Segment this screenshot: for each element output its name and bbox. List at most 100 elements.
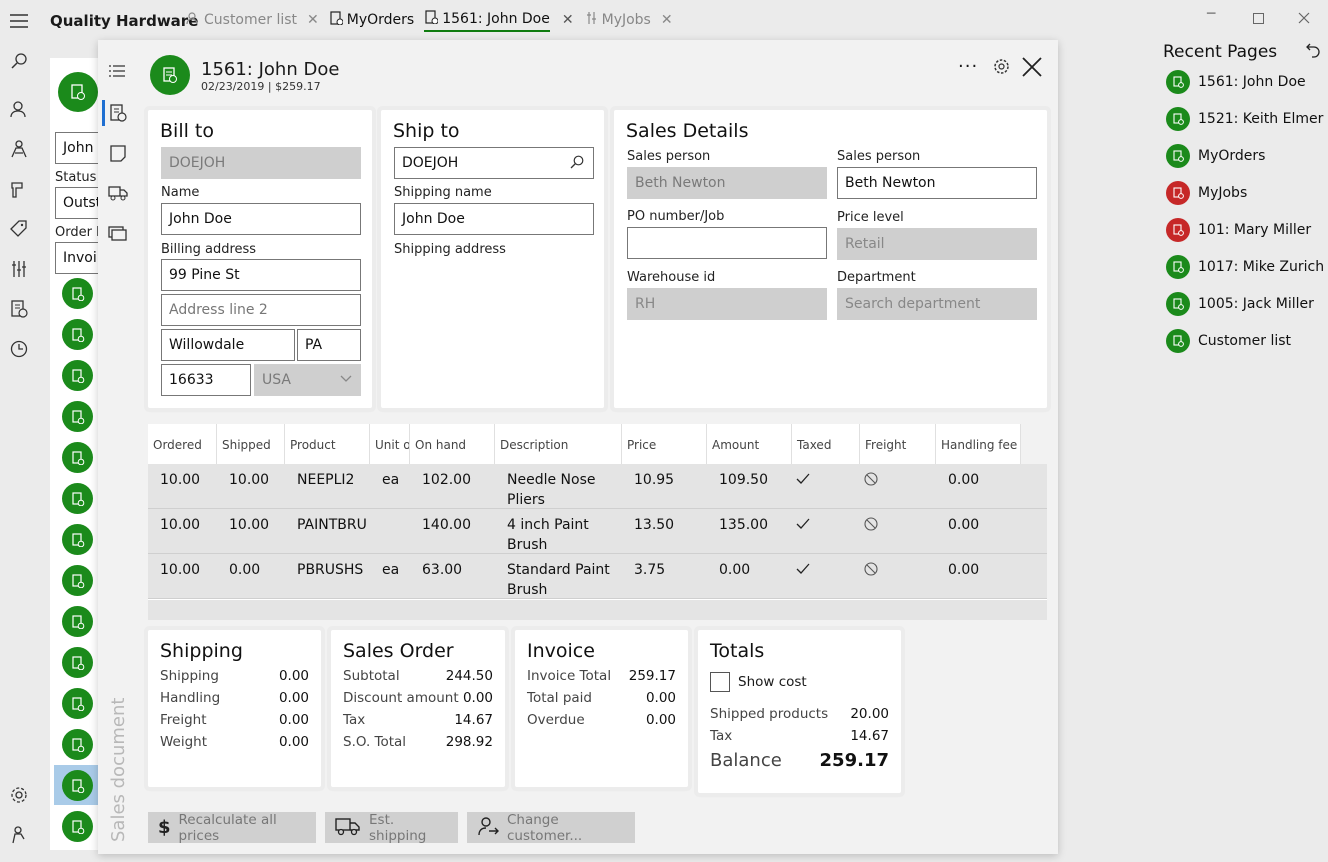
sales-document-icon[interactable] bbox=[109, 104, 127, 126]
checkmark-icon[interactable] bbox=[796, 563, 810, 579]
maximize-window-icon[interactable] bbox=[1253, 9, 1264, 28]
col-amount[interactable]: Amount bbox=[712, 438, 759, 452]
summary-value: 0.00 bbox=[278, 712, 309, 728]
order-list-item-icon[interactable] bbox=[62, 483, 93, 514]
recent-page-item[interactable]: MyJobs bbox=[1166, 181, 1247, 205]
zip-field[interactable]: 16633 bbox=[161, 364, 251, 396]
tab-myjobs[interactable]: MyJobs ✕ bbox=[586, 8, 673, 32]
est-shipping-button[interactable]: Est. shipping bbox=[325, 811, 458, 844]
recent-page-item[interactable]: 101: Mary Miller bbox=[1166, 218, 1311, 242]
order-list-item-icon[interactable] bbox=[62, 606, 93, 637]
sales-person-field[interactable]: Beth Newton bbox=[837, 167, 1037, 199]
col-price[interactable]: Price bbox=[627, 438, 656, 452]
state-field[interactable]: PA bbox=[297, 329, 361, 361]
order-list-item-icon[interactable] bbox=[62, 319, 93, 350]
jobs-icon[interactable] bbox=[8, 138, 30, 160]
table-row[interactable] bbox=[148, 464, 1047, 509]
list-view-icon[interactable] bbox=[108, 64, 126, 84]
recent-page-item[interactable]: 1017: Mike Zurich bbox=[1166, 255, 1324, 279]
recent-page-item[interactable]: MyOrders bbox=[1166, 144, 1265, 168]
change-customer-button[interactable]: Change customer... bbox=[467, 812, 635, 844]
sales-document-icon[interactable] bbox=[8, 298, 30, 320]
checkmark-icon[interactable] bbox=[796, 518, 810, 534]
close-icon[interactable]: ✕ bbox=[307, 12, 319, 28]
undo-icon[interactable] bbox=[1305, 42, 1321, 62]
show-cost-checkbox[interactable] bbox=[710, 672, 730, 692]
col-ordered[interactable]: Ordered bbox=[153, 438, 202, 452]
show-cost-toggle[interactable]: Show cost bbox=[710, 672, 889, 692]
department-search[interactable]: Search department bbox=[837, 288, 1037, 320]
address-line1-field[interactable]: 99 Pine St bbox=[161, 259, 361, 291]
est-shipping-label: Est. shipping bbox=[369, 811, 427, 844]
shipping-truck-icon[interactable] bbox=[108, 184, 128, 206]
tab-1561-john-doe[interactable]: 1561: John Doe bbox=[424, 8, 550, 32]
customer-search-input[interactable]: John bbox=[55, 132, 103, 164]
close-window-icon[interactable] bbox=[1298, 9, 1310, 28]
close-icon[interactable]: ✕ bbox=[562, 12, 574, 28]
col-on-hand[interactable]: On hand bbox=[415, 438, 466, 452]
search-icon[interactable] bbox=[8, 50, 30, 72]
tag-icon[interactable] bbox=[8, 218, 30, 240]
account-icon[interactable] bbox=[8, 824, 30, 846]
order-list-item-icon[interactable] bbox=[62, 770, 93, 801]
inventory-icon[interactable] bbox=[8, 258, 30, 280]
col-taxed[interactable]: Taxed bbox=[797, 438, 831, 452]
city-field[interactable]: Willowdale bbox=[161, 329, 295, 361]
tab-customer-list[interactable]: Customer list ✕ bbox=[186, 8, 319, 32]
order-list-item-icon[interactable] bbox=[62, 647, 93, 678]
sales-person-label: Sales person bbox=[627, 149, 711, 164]
status-select[interactable]: Outst bbox=[55, 187, 103, 219]
col-product[interactable]: Product bbox=[290, 438, 336, 452]
checkmark-icon[interactable] bbox=[796, 473, 810, 489]
not-applicable-icon[interactable] bbox=[864, 472, 878, 490]
order-list-item-icon[interactable] bbox=[62, 811, 93, 842]
hamburger-menu-icon[interactable] bbox=[8, 10, 30, 32]
name-field[interactable]: John Doe bbox=[161, 203, 361, 235]
tools-icon[interactable] bbox=[8, 178, 30, 200]
cell-product: PAINTBRU bbox=[297, 517, 367, 533]
recent-page-item[interactable]: Customer list bbox=[1166, 329, 1291, 353]
customers-icon[interactable] bbox=[8, 98, 30, 120]
order-list-item-icon[interactable] bbox=[62, 688, 93, 719]
tab-myorders[interactable]: MyOrders bbox=[329, 8, 414, 32]
table-row[interactable] bbox=[148, 509, 1047, 554]
gear-icon[interactable] bbox=[993, 58, 1010, 79]
ship-customer-search[interactable]: DOEJOH bbox=[394, 147, 594, 179]
col-handling-fee[interactable]: Handling fee bbox=[941, 438, 1017, 452]
notes-icon[interactable] bbox=[109, 144, 127, 166]
close-document-icon[interactable] bbox=[1021, 56, 1043, 82]
recent-page-item[interactable]: 1005: Jack Miller bbox=[1166, 292, 1314, 316]
app-title: Quality Hardware bbox=[50, 12, 199, 30]
country-select[interactable]: USA bbox=[254, 364, 361, 396]
recent-page-icon bbox=[1166, 144, 1190, 168]
order-list-item-icon[interactable] bbox=[62, 729, 93, 760]
not-applicable-icon[interactable] bbox=[864, 517, 878, 535]
recent-page-item[interactable]: 1561: John Doe bbox=[1166, 70, 1306, 94]
col-unit[interactable]: Unit of bbox=[375, 438, 409, 452]
col-description[interactable]: Description bbox=[500, 438, 568, 452]
minimize-window-icon[interactable]: ─ bbox=[1207, 6, 1215, 22]
not-applicable-icon[interactable] bbox=[864, 562, 878, 580]
order-list-item-icon[interactable] bbox=[62, 442, 93, 473]
order-list-item-icon[interactable] bbox=[62, 278, 93, 309]
order-by-select[interactable]: Invoi bbox=[55, 242, 103, 274]
po-number-field[interactable] bbox=[627, 227, 827, 259]
order-list-item-icon[interactable] bbox=[62, 524, 93, 555]
sales-document-icon bbox=[424, 10, 439, 28]
history-icon[interactable] bbox=[8, 338, 30, 360]
order-list-item-icon[interactable] bbox=[62, 565, 93, 596]
col-freight[interactable]: Freight bbox=[865, 438, 906, 452]
recent-page-item[interactable]: 1521: Keith Elmer bbox=[1166, 107, 1323, 131]
column-divider bbox=[935, 424, 936, 464]
address-line2-field[interactable]: Address line 2 bbox=[161, 294, 361, 326]
order-list-item-icon[interactable] bbox=[62, 360, 93, 391]
payments-icon[interactable] bbox=[108, 224, 128, 246]
search-icon[interactable] bbox=[570, 155, 584, 173]
col-shipped[interactable]: Shipped bbox=[222, 438, 271, 452]
shipping-name-field[interactable]: John Doe bbox=[394, 203, 594, 235]
recalculate-prices-button[interactable]: $ Recalculate all prices bbox=[148, 812, 316, 844]
more-options-icon[interactable]: ··· bbox=[958, 56, 978, 77]
close-icon[interactable]: ✕ bbox=[661, 12, 673, 28]
order-list-item-icon[interactable] bbox=[62, 401, 93, 432]
settings-icon[interactable] bbox=[8, 784, 30, 806]
